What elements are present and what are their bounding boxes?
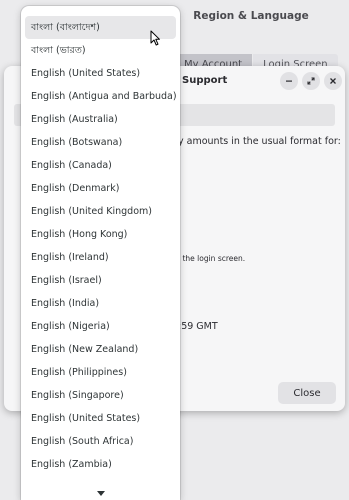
language-option[interactable]: English (Philippines) [25,361,176,384]
language-option[interactable]: English (Hong Kong) [25,223,176,246]
language-option[interactable]: English (Israel) [25,269,176,292]
close-window-button[interactable] [324,72,342,90]
language-list: বাংলা (বাংলাদেশ) বাংলা (ভারত) English (Uni… [21,6,180,476]
mouse-pointer-icon [150,30,160,46]
language-option[interactable]: English (Ireland) [25,246,176,269]
close-icon [330,78,336,84]
maximize-icon [307,77,315,85]
language-option[interactable]: English (Australia) [25,108,176,131]
language-option[interactable]: English (New Zealand) [25,338,176,361]
language-option[interactable]: English (Zambia) [25,453,176,476]
language-option[interactable]: English (Botswana) [25,131,176,154]
minimize-icon [286,80,292,82]
language-option[interactable]: English (United States) [25,62,176,85]
language-dropdown[interactable]: বাংলা (বাংলাদেশ) বাংলা (ভারত) English (Uni… [21,6,180,500]
scroll-down-arrow-icon [96,490,105,496]
language-option[interactable]: English (Singapore) [25,384,176,407]
language-option[interactable]: English (Canada) [25,154,176,177]
scroll-down-button[interactable] [21,486,180,500]
dialog-title: Support [182,75,228,86]
maximize-button[interactable] [302,72,320,90]
window-title: Region & Language [193,10,309,22]
language-option[interactable]: English (Antigua and Barbuda) [25,85,177,108]
language-option[interactable]: English (United States) [25,407,176,430]
minimize-button[interactable] [280,72,298,90]
language-option[interactable]: English (Nigeria) [25,315,176,338]
login-screen-note: l the login screen. [178,254,246,263]
language-option[interactable]: English (India) [25,292,176,315]
formats-description: y amounts in the usual format for: [178,136,341,147]
language-option[interactable]: English (United Kingdom) [25,200,176,223]
language-option[interactable]: English (Denmark) [25,177,176,200]
language-option[interactable]: English (South Africa) [25,430,176,453]
close-button[interactable]: Close [278,382,336,404]
time-preview: :59 GMT [178,321,218,332]
